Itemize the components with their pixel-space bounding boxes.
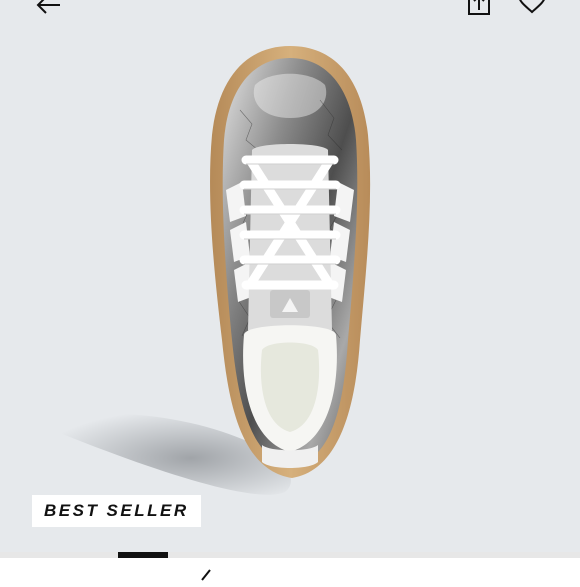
heart-icon[interactable] xyxy=(516,0,548,14)
badge-label: BEST SELLER xyxy=(44,501,189,520)
bottom-strip xyxy=(0,558,580,580)
product-image xyxy=(40,46,371,495)
best-seller-badge: BEST SELLER xyxy=(32,495,201,527)
arrow-left-icon[interactable] xyxy=(34,0,62,16)
share-icon[interactable] xyxy=(466,0,492,16)
product-image-stage[interactable]: BEST SELLER xyxy=(0,0,580,555)
